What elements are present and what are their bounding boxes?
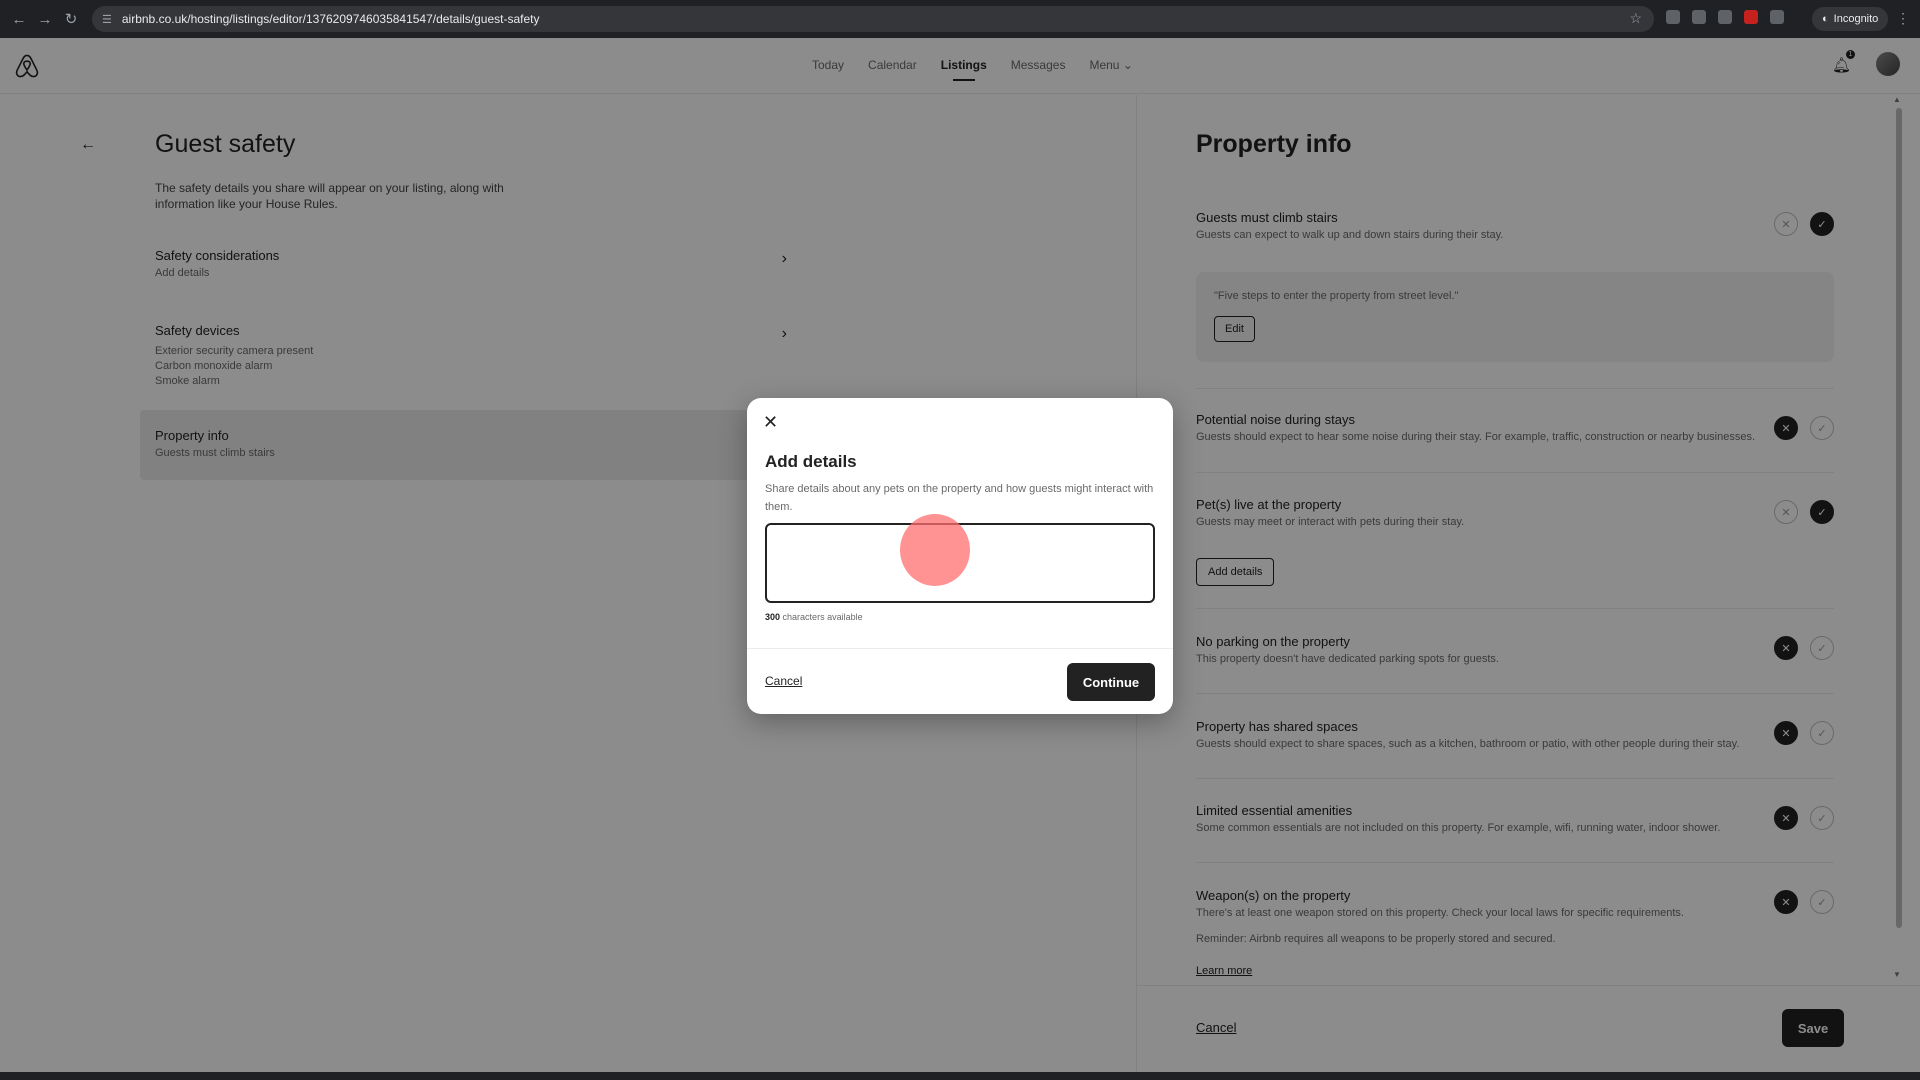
extension-icon[interactable] <box>1718 10 1732 24</box>
bookmark-star-icon[interactable]: ☆ <box>1629 10 1642 27</box>
close-icon[interactable]: ✕ <box>763 412 778 433</box>
browser-menu-icon[interactable]: ⋮ <box>1896 10 1910 27</box>
address-bar[interactable]: ☰ airbnb.co.uk/hosting/listings/editor/1… <box>92 6 1654 32</box>
back-arrow-icon[interactable]: ← <box>10 11 28 28</box>
incognito-icon: ◐ <box>1822 13 1829 25</box>
reload-icon[interactable]: ↻ <box>62 10 80 28</box>
modal-cancel-button[interactable]: Cancel <box>765 674 802 688</box>
modal-divider <box>747 648 1173 649</box>
extension-icon[interactable] <box>1744 10 1758 24</box>
site-info-icon[interactable]: ☰ <box>102 13 112 26</box>
extensions-puzzle-icon[interactable] <box>1770 10 1784 24</box>
incognito-label: Incognito <box>1833 13 1879 25</box>
extension-icon[interactable] <box>1666 10 1680 24</box>
char-count-number: 300 <box>765 612 781 622</box>
modal-description: Share details about any pets on the prop… <box>765 483 1154 513</box>
forward-arrow-icon[interactable]: → <box>36 11 54 28</box>
modal-title: Add details <box>765 452 857 471</box>
extension-icons <box>1666 10 1784 24</box>
continue-button[interactable]: Continue <box>1067 663 1155 701</box>
browser-toolbar: ← → ↻ ☰ airbnb.co.uk/hosting/listings/ed… <box>0 0 1920 38</box>
click-indicator <box>900 514 970 586</box>
char-count-label: characters available <box>782 612 863 622</box>
extension-icon[interactable] <box>1692 10 1706 24</box>
browser-nav-buttons: ← → ↻ <box>0 10 92 29</box>
url-text: airbnb.co.uk/hosting/listings/editor/137… <box>121 12 540 26</box>
incognito-badge[interactable]: ◐ Incognito <box>1812 7 1889 31</box>
taskbar <box>0 1072 1920 1080</box>
char-count: 300 characters available <box>765 612 863 622</box>
